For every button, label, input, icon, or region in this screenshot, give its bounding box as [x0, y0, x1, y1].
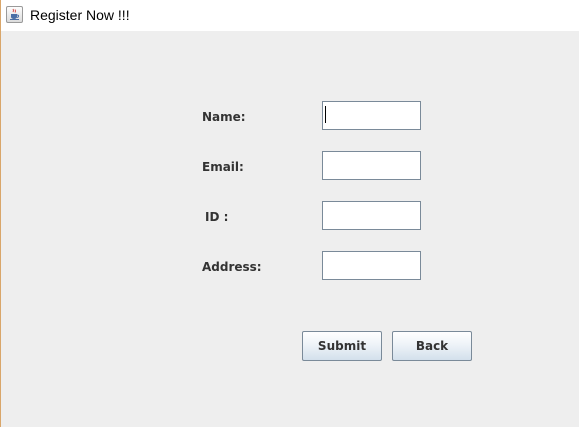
text-caret [325, 106, 326, 123]
window-title: Register Now !!! [30, 7, 130, 23]
submit-button[interactable]: Submit [302, 331, 382, 361]
name-field[interactable] [322, 101, 421, 130]
title-bar[interactable]: Register Now !!! [1, 0, 579, 31]
id-label: ID : [205, 210, 229, 224]
id-field[interactable] [322, 201, 421, 230]
email-label: Email: [202, 160, 244, 174]
java-coffee-cup-icon[interactable] [6, 6, 23, 23]
address-label: Address: [202, 260, 262, 274]
register-window: Register Now !!! Name: Email: ID : Addre… [0, 0, 579, 427]
form-panel [1, 31, 579, 427]
back-button[interactable]: Back [392, 331, 472, 361]
address-field[interactable] [322, 251, 421, 280]
name-label: Name: [202, 110, 246, 124]
email-field[interactable] [322, 151, 421, 180]
